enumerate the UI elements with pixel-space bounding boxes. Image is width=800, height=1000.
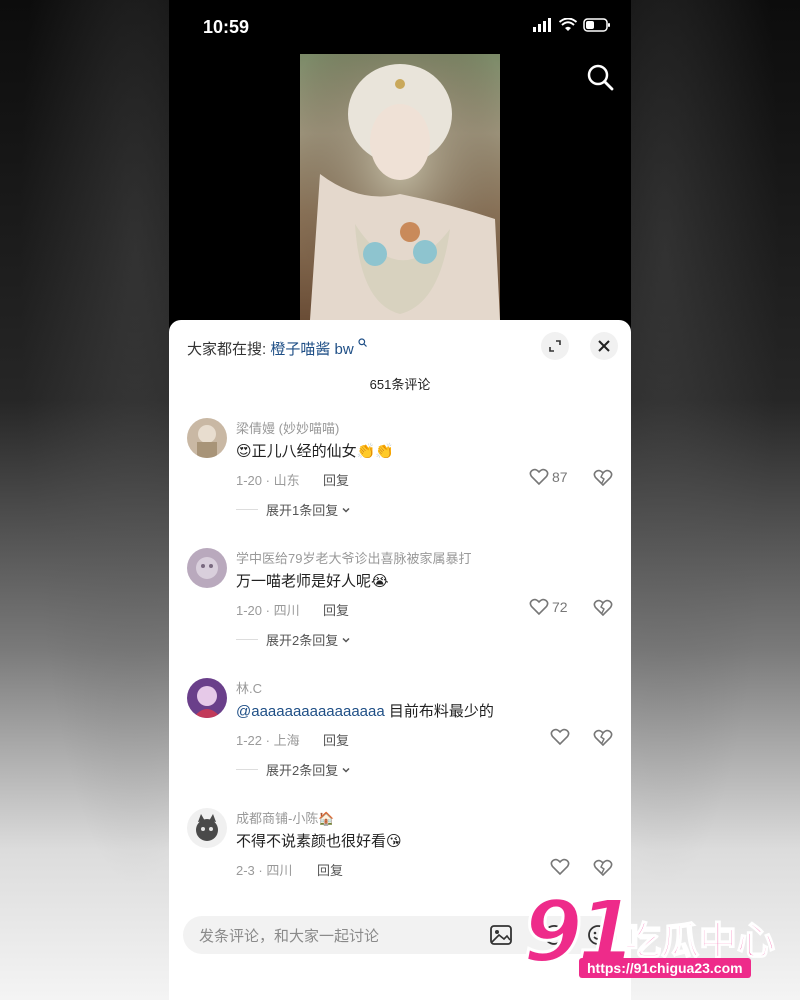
battery-icon bbox=[583, 18, 610, 32]
background-right bbox=[631, 0, 800, 1000]
comment-meta: 1-20 · 山东 bbox=[236, 473, 300, 488]
like-button[interactable] bbox=[550, 728, 570, 746]
trending-term[interactable]: 橙子喵酱 bw bbox=[270, 341, 353, 358]
comment-text-body: 目前布料最少的 bbox=[384, 703, 494, 720]
video-image bbox=[300, 54, 500, 320]
comment-meta: 2-3 · 四川 bbox=[236, 863, 293, 878]
broken-heart-icon[interactable] bbox=[593, 859, 613, 877]
comment-count: 651条评论 bbox=[369, 377, 431, 392]
heart-icon bbox=[550, 728, 570, 746]
broken-heart-icon[interactable] bbox=[593, 599, 613, 617]
status-bar: 10:59 bbox=[169, 0, 631, 54]
heart-icon bbox=[529, 468, 549, 486]
chevron-down-icon bbox=[342, 637, 350, 643]
trending-label: 大家都在搜: bbox=[187, 341, 267, 358]
expand-replies-label: 展开2条回复 bbox=[266, 763, 339, 778]
like-button[interactable]: 87 bbox=[529, 468, 568, 486]
status-icons bbox=[533, 18, 611, 32]
heart-icon bbox=[550, 858, 570, 876]
video-thumbnail[interactable] bbox=[300, 54, 500, 320]
comment-author[interactable]: 成都商铺-小陈🏠 bbox=[236, 808, 335, 827]
comment-text: @aaaaaaaaaaaaaaaa 目前布料最少的 bbox=[236, 700, 494, 721]
background-left bbox=[0, 0, 169, 1000]
comment-text: 万一喵老师是好人呢😭 bbox=[236, 573, 389, 590]
chevron-down-icon bbox=[342, 767, 350, 773]
small-search-icon bbox=[358, 338, 367, 347]
like-count: 72 bbox=[552, 599, 568, 615]
broken-heart-icon[interactable] bbox=[593, 729, 613, 747]
expand-button[interactable] bbox=[541, 332, 569, 360]
close-icon bbox=[598, 340, 610, 352]
avatar[interactable] bbox=[187, 808, 227, 848]
reply-button[interactable]: 回复 bbox=[323, 600, 349, 619]
comment-author[interactable]: 学中医给79岁老大爷诊出喜脉被家属暴打 bbox=[236, 548, 471, 567]
like-button[interactable]: 72 bbox=[529, 598, 568, 616]
comment-meta: 1-22 · 上海 bbox=[236, 733, 300, 748]
like-count: 87 bbox=[552, 469, 568, 485]
expand-replies-label: 展开2条回复 bbox=[266, 633, 339, 648]
broken-heart-icon[interactable] bbox=[593, 469, 613, 487]
search-icon[interactable] bbox=[585, 62, 615, 92]
avatar[interactable] bbox=[187, 548, 227, 588]
expand-replies-button[interactable]: 展开2条回复 bbox=[236, 760, 352, 779]
divider bbox=[236, 509, 258, 510]
comment-text: 😍正儿八经的仙女👏👏 bbox=[236, 443, 394, 460]
signal-icon bbox=[533, 18, 551, 32]
divider bbox=[236, 639, 258, 640]
site-watermark: 91 吃瓜中心 https://91chigua23.com bbox=[522, 881, 783, 988]
reply-button[interactable]: 回复 bbox=[317, 860, 343, 879]
comment-text: 不得不说素颜也很好看😘 bbox=[236, 833, 402, 850]
phone-screen: 10:59 大家都在搜: 橙子喵酱 bw 651条评论 梁倩嫚 (妙妙喵喵) 😍… bbox=[169, 0, 631, 1000]
comment-input[interactable] bbox=[197, 916, 481, 956]
expand-icon bbox=[549, 340, 561, 352]
reply-button[interactable]: 回复 bbox=[323, 730, 349, 749]
trending-search[interactable]: 大家都在搜: 橙子喵酱 bw bbox=[187, 338, 367, 359]
heart-icon bbox=[529, 598, 549, 616]
expand-replies-label: 展开1条回复 bbox=[266, 503, 339, 518]
status-time: 10:59 bbox=[203, 17, 250, 37]
watermark-brand: 吃瓜中心 bbox=[622, 920, 776, 964]
expand-replies-button[interactable]: 展开2条回复 bbox=[236, 630, 352, 649]
avatar[interactable] bbox=[187, 678, 227, 718]
chevron-down-icon bbox=[342, 507, 350, 513]
image-icon[interactable] bbox=[489, 924, 513, 946]
divider bbox=[236, 769, 258, 770]
mention-link[interactable]: @aaaaaaaaaaaaaaaa bbox=[236, 703, 385, 720]
close-button[interactable] bbox=[590, 332, 618, 360]
watermark-url: https://91chigua23.com bbox=[579, 958, 751, 978]
avatar[interactable] bbox=[187, 418, 227, 458]
expand-replies-button[interactable]: 展开1条回复 bbox=[236, 500, 352, 519]
comment-meta: 1-20 · 四川 bbox=[236, 603, 300, 618]
wifi-icon bbox=[559, 18, 577, 31]
comment-author[interactable]: 梁倩嫚 (妙妙喵喵) bbox=[236, 418, 339, 437]
like-button[interactable] bbox=[550, 858, 570, 876]
reply-button[interactable]: 回复 bbox=[323, 470, 349, 489]
comment-author[interactable]: 林.C bbox=[236, 678, 262, 697]
